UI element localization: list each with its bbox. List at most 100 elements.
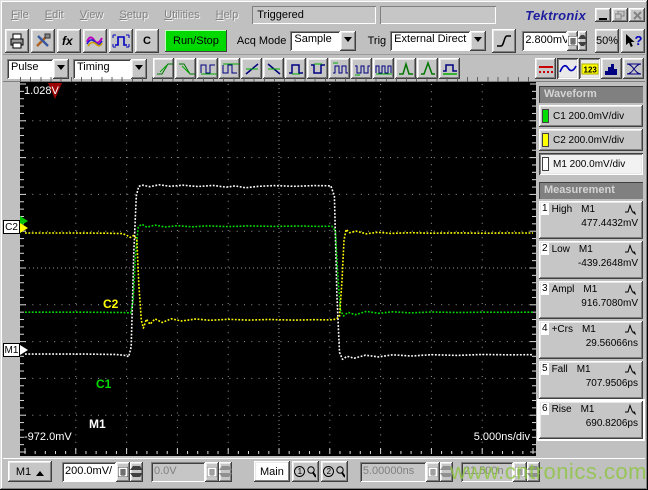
histogram-display-button[interactable] xyxy=(601,58,622,79)
measurement-source: M1 xyxy=(581,203,596,215)
menu-setup[interactable]: Setup xyxy=(111,6,156,24)
print-button[interactable] xyxy=(5,28,29,53)
neg-pulse-button[interactable] xyxy=(307,58,328,79)
help-question-glyph: ? xyxy=(634,33,643,48)
keypad-icon[interactable] xyxy=(512,461,527,482)
vector-display-button[interactable] xyxy=(557,58,578,79)
persistence-dots-button[interactable] xyxy=(535,58,556,79)
trigger-level-field[interactable]: 2.800mV xyxy=(522,30,568,51)
close-button[interactable] xyxy=(629,8,645,22)
zoom1-button[interactable]: 1 xyxy=(291,461,319,482)
magnifier-icon xyxy=(336,465,346,478)
chevron-down-icon[interactable] xyxy=(131,58,147,79)
chevron-down-icon[interactable] xyxy=(53,58,69,79)
measurement-2-low[interactable]: 2 Low M1 -439.2648mV xyxy=(539,241,643,279)
pulse-train-button[interactable] xyxy=(373,58,394,79)
trigger-status: Triggered xyxy=(252,6,377,24)
pos-width-button[interactable] xyxy=(197,58,218,79)
eye-diagram-button[interactable] xyxy=(623,58,644,79)
run-stop-button[interactable]: Run/Stop xyxy=(165,29,227,52)
trigger-level-spinner[interactable] xyxy=(577,30,587,51)
restore-button[interactable] xyxy=(612,8,628,22)
rise-time-button[interactable] xyxy=(153,58,174,79)
keypad-icon[interactable] xyxy=(205,461,219,482)
burst-pos-button[interactable] xyxy=(329,58,350,79)
chevron-down-icon[interactable] xyxy=(470,30,487,51)
neg-width-button[interactable] xyxy=(219,58,240,79)
minimize-button[interactable] xyxy=(595,8,611,22)
context-help-button[interactable]: ? xyxy=(621,28,645,53)
measurement-3-ampl[interactable]: 3 Ampl M1 916.7080mV xyxy=(539,281,643,319)
trigger-status-text: Triggered xyxy=(257,9,304,21)
vertical-position-spinner[interactable] xyxy=(219,461,232,482)
fall-cross-button[interactable] xyxy=(263,58,284,79)
flat-base-button[interactable] xyxy=(439,58,460,79)
group-value: Timing xyxy=(73,58,131,79)
horizontal-position-spinner[interactable] xyxy=(526,461,540,482)
rise-cross-button[interactable] xyxy=(241,58,262,79)
measurement-4-+crs[interactable]: 4 +Crs M1 29.56066ns xyxy=(539,321,643,359)
keypad-icon[interactable] xyxy=(567,30,578,51)
acq-mode-select[interactable]: Sample xyxy=(290,30,356,51)
menu-file[interactable]: File xyxy=(3,6,37,24)
pos-peak-button[interactable] xyxy=(395,58,416,79)
rising-slope-icon xyxy=(497,34,512,47)
vertical-scale-spinner[interactable] xyxy=(130,461,143,482)
zoom2-button[interactable]: 2 xyxy=(320,461,348,482)
set-level-50-label: 50% xyxy=(595,34,619,47)
menu-view[interactable]: View xyxy=(72,6,112,24)
set-level-50-button[interactable]: 50% xyxy=(595,28,619,53)
pulse-icon xyxy=(597,403,640,415)
help-pointer-icon xyxy=(625,33,635,47)
neg-width-icon xyxy=(221,61,239,77)
trigger-slope-button[interactable] xyxy=(492,28,517,53)
group-select[interactable]: Timing xyxy=(73,58,147,79)
menu-help[interactable]: Help xyxy=(208,6,247,24)
trigger-source-select[interactable]: External Direct xyxy=(390,30,487,51)
histogram-display-icon xyxy=(603,61,621,77)
waveform-colors-button[interactable] xyxy=(83,28,107,53)
menu-edit[interactable]: Edit xyxy=(37,6,72,24)
vertical-position-field[interactable]: 0.0V xyxy=(151,461,205,482)
pulse-edit-button[interactable] xyxy=(109,28,133,53)
waveform-button-C1[interactable]: C1 200.0mV/div xyxy=(539,105,643,127)
measurement-6-rise[interactable]: 6 Rise M1 690.8206ps xyxy=(537,399,645,441)
main-view-button[interactable]: Main xyxy=(254,461,290,482)
pos-peak2-button[interactable] xyxy=(417,58,438,79)
category-select[interactable]: Pulse xyxy=(7,58,69,79)
pos-pulse-button[interactable] xyxy=(285,58,306,79)
status-well-empty xyxy=(380,6,497,24)
toolbox-button[interactable] xyxy=(31,28,55,53)
waveform-selector-button[interactable]: M1 xyxy=(8,461,52,482)
measurement-5-fall[interactable]: 5 Fall M1 707.9506ps xyxy=(539,361,643,399)
vector-display-icon xyxy=(558,61,577,77)
timebase-label: 5.000ns/div xyxy=(473,431,530,443)
channel-tag-C2[interactable]: C2 xyxy=(3,220,20,234)
waveform-button-C2[interactable]: C2 200.0mV/div xyxy=(539,129,643,151)
measurement-number: 6 xyxy=(541,403,549,415)
fall-time-button[interactable] xyxy=(175,58,196,79)
trig-label: Trig xyxy=(367,34,387,47)
channel-tag-M1[interactable]: M1 xyxy=(3,343,20,357)
waveform-button-M1[interactable]: M1 200.0mV/div xyxy=(539,153,643,175)
menu-utilities[interactable]: Utilities xyxy=(156,6,207,24)
keypad-icon[interactable] xyxy=(116,461,130,482)
measurement-1-high[interactable]: 1 High M1 477.4432mV xyxy=(539,201,643,239)
clear-button[interactable]: C xyxy=(135,28,159,53)
math-fx-button[interactable]: fx xyxy=(57,28,81,53)
toolbox-icon xyxy=(34,33,52,49)
chevron-down-icon[interactable] xyxy=(339,30,356,51)
waveform-panel-header: Waveform xyxy=(539,86,643,103)
waveform-button-label: C2 200.0mV/div xyxy=(553,134,625,146)
reference-arrow xyxy=(20,223,28,233)
neg-pulse-icon xyxy=(309,61,327,77)
trace-label-C2: C2 xyxy=(103,297,119,311)
keypad-icon[interactable] xyxy=(425,461,440,482)
burst-neg-button[interactable] xyxy=(351,58,372,79)
vertical-scale-field[interactable]: 200.0mV/ xyxy=(62,461,116,482)
horizontal-position-field[interactable]: 21.500n xyxy=(460,461,513,482)
horizontal-scale-spinner[interactable] xyxy=(439,461,453,482)
readout-123-button[interactable]: 123 xyxy=(579,58,600,79)
channel-color-chip xyxy=(542,109,549,123)
horizontal-scale-field[interactable]: 5.00000ns xyxy=(359,461,426,482)
